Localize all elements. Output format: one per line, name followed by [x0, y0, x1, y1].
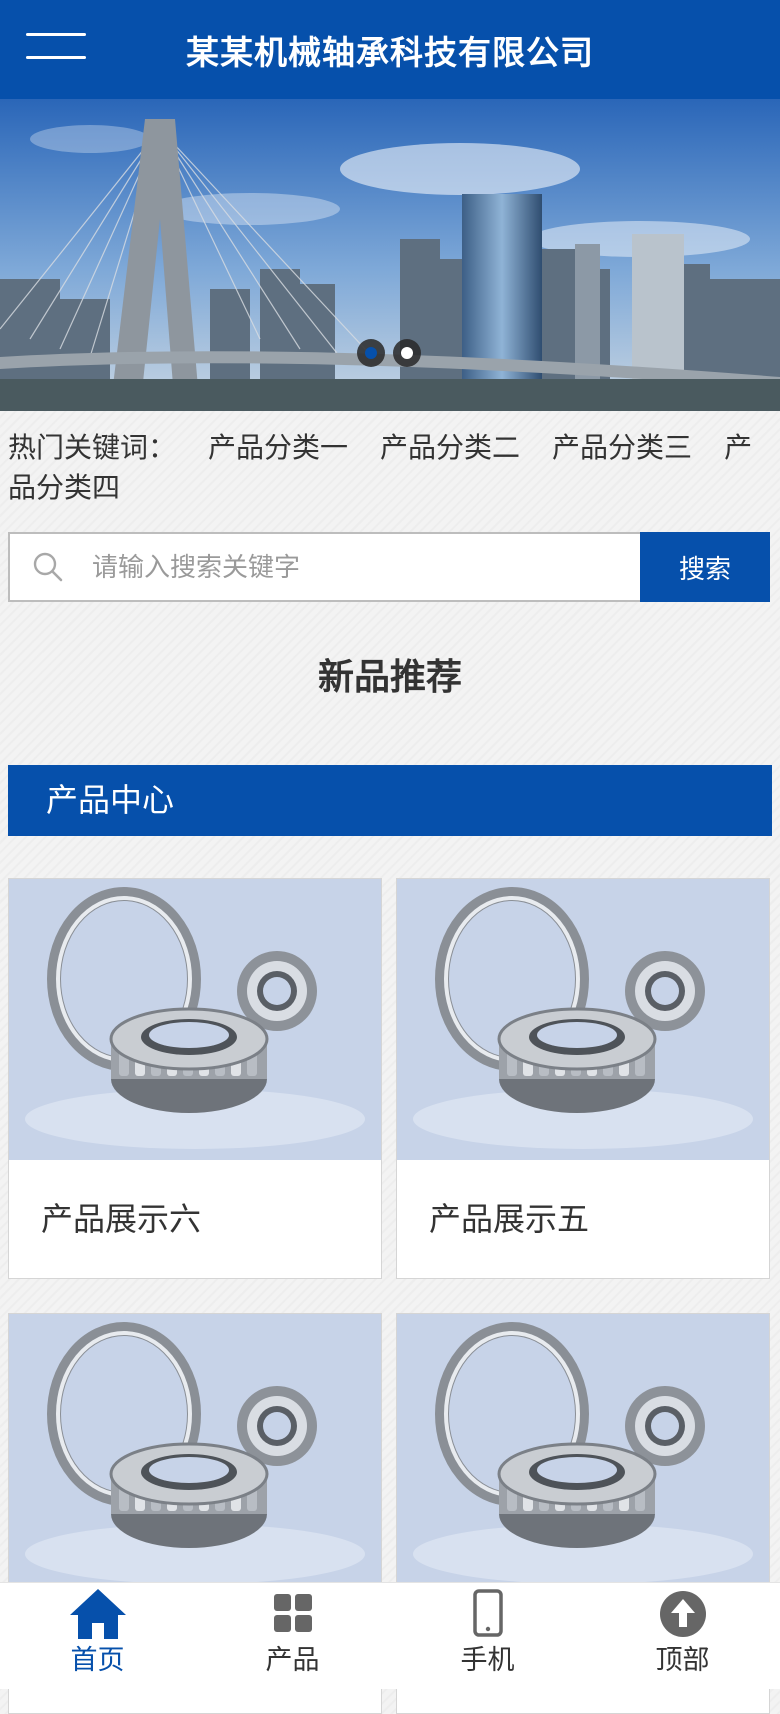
nav-top[interactable]: 顶部 [585, 1583, 780, 1689]
banner-pagination [357, 339, 421, 367]
nav-mobile[interactable]: 手机 [390, 1583, 585, 1689]
search-button[interactable]: 搜索 [640, 532, 770, 602]
search-bar: 搜索 [8, 532, 770, 602]
arrow-up-icon [659, 1591, 706, 1637]
search-icon [33, 552, 63, 582]
section-title: 新品推荐 [317, 657, 462, 698]
product-image [397, 1314, 769, 1595]
product-name: 产品展示六 [41, 1200, 202, 1238]
nav-products[interactable]: 产品 [195, 1583, 390, 1689]
product-name: 产品展示五 [429, 1200, 590, 1238]
keyword-link-1[interactable]: 产品分类一 [208, 431, 348, 464]
category-bar[interactable]: 产品中心 [8, 765, 772, 836]
nav-home[interactable]: 首页 [0, 1583, 195, 1689]
product-card-1[interactable]: 产品展示六 [8, 878, 382, 1279]
hot-keywords-label: 热门关键词： [8, 431, 177, 464]
banner-dot-1[interactable] [357, 339, 385, 367]
nav-home-label: 首页 [70, 1645, 125, 1676]
banner-dot-2[interactable] [393, 339, 421, 367]
product-image [397, 879, 769, 1160]
grid-icon [273, 1594, 312, 1632]
site-title: 某某机械轴承科技有限公司 [186, 33, 594, 72]
keyword-link-3[interactable]: 产品分类三 [552, 431, 692, 464]
nav-top-label: 顶部 [655, 1645, 710, 1676]
search-input[interactable] [90, 534, 634, 602]
phone-icon [472, 1589, 503, 1637]
product-image [9, 1314, 381, 1595]
header: 某某机械轴承科技有限公司 [0, 0, 780, 99]
product-card-2[interactable]: 产品展示五 [396, 878, 770, 1279]
hot-keywords: 热门关键词： 产品分类一 产品分类二 产品分类三 产品分类四 [8, 428, 776, 508]
bottom-nav: 首页 产品 手机 顶部 [0, 1582, 780, 1689]
home-icon [69, 1589, 126, 1639]
product-image [9, 879, 381, 1160]
nav-products-label: 产品 [265, 1645, 320, 1676]
keyword-link-2[interactable]: 产品分类二 [380, 431, 520, 464]
nav-mobile-label: 手机 [460, 1645, 515, 1676]
